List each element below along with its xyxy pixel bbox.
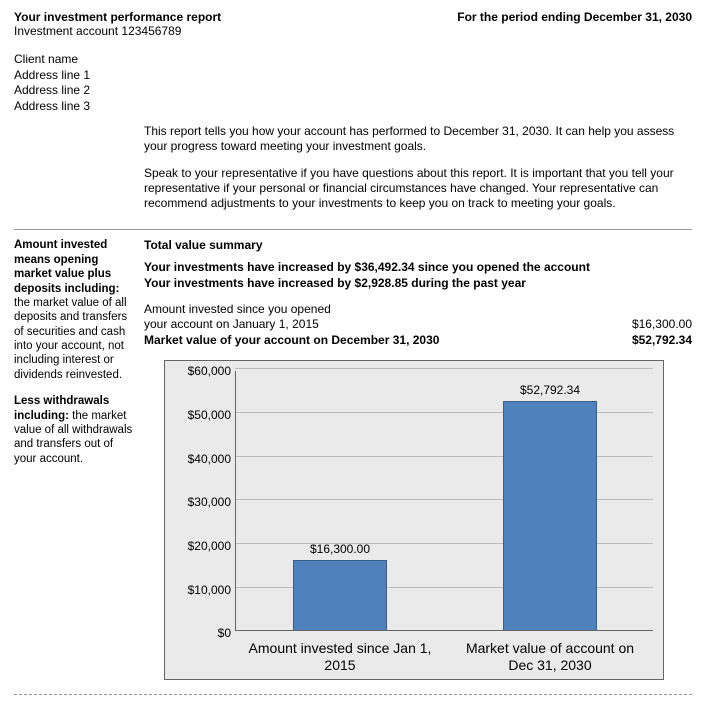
address-line-1: Address line 1 [14, 68, 692, 84]
address-line-3: Address line 3 [14, 99, 692, 115]
chart-gridline [235, 368, 653, 369]
chart-bar [503, 401, 598, 632]
definitions-sidebar: Amount invested means opening market val… [14, 238, 144, 680]
intro-paragraph-2: Speak to your representative if you have… [144, 166, 692, 211]
def-amount-invested: Amount invested means opening market val… [14, 238, 134, 382]
intro-text: This report tells you how your account h… [144, 124, 692, 211]
x-axis [235, 630, 653, 631]
chart-bar-label: $52,792.34 [490, 383, 610, 397]
amount-invested-value: $16,300.00 [632, 317, 692, 333]
x-category-label: Market value of account on Dec 31, 2030 [455, 640, 645, 674]
x-category-label: Amount invested since Jan 1, 2015 [245, 640, 435, 674]
y-tick-label: $50,000 [175, 408, 231, 422]
amount-invested-label-b: your account on January 1, 2015 [144, 317, 331, 333]
market-value-label: Market value of your account on December… [144, 333, 439, 349]
increase-past-year: Your investments have increased by $2,92… [144, 276, 692, 292]
account-number: Investment account 123456789 [14, 24, 221, 38]
intro-paragraph-1: This report tells you how your account h… [144, 124, 692, 154]
report-period: For the period ending December 31, 2030 [457, 10, 692, 24]
amount-invested-label-a: Amount invested since you opened [144, 302, 331, 318]
y-axis [235, 371, 236, 631]
y-tick-label: $20,000 [175, 539, 231, 553]
increase-since-open: Your investments have increased by $36,4… [144, 260, 692, 276]
client-address-block: Client name Address line 1 Address line … [14, 52, 692, 114]
value-summary-table: Amount invested since you opened your ac… [144, 302, 692, 349]
market-value-value: $52,792.34 [632, 333, 692, 349]
address-line-2: Address line 2 [14, 83, 692, 99]
summary-title: Total value summary [144, 238, 692, 252]
y-tick-label: $0 [175, 626, 231, 640]
y-tick-label: $10,000 [175, 583, 231, 597]
def-amount-lead: Amount invested means opening market val… [14, 239, 119, 294]
chart-bar [293, 560, 388, 631]
def-amount-body: the market value of all deposits and tra… [14, 297, 127, 381]
chart-bar-label: $16,300.00 [280, 542, 400, 556]
y-tick-label: $60,000 [175, 364, 231, 378]
value-summary-chart: $16,300.00 $52,792.34 $0 $10,000 $20,000 $30… [164, 360, 664, 680]
y-tick-label: $30,000 [175, 495, 231, 509]
client-name: Client name [14, 52, 692, 68]
y-tick-label: $40,000 [175, 452, 231, 466]
def-less-withdrawals: Less withdrawals including: the market v… [14, 394, 134, 466]
footer-divider [14, 694, 692, 695]
report-title: Your investment performance report [14, 10, 221, 24]
